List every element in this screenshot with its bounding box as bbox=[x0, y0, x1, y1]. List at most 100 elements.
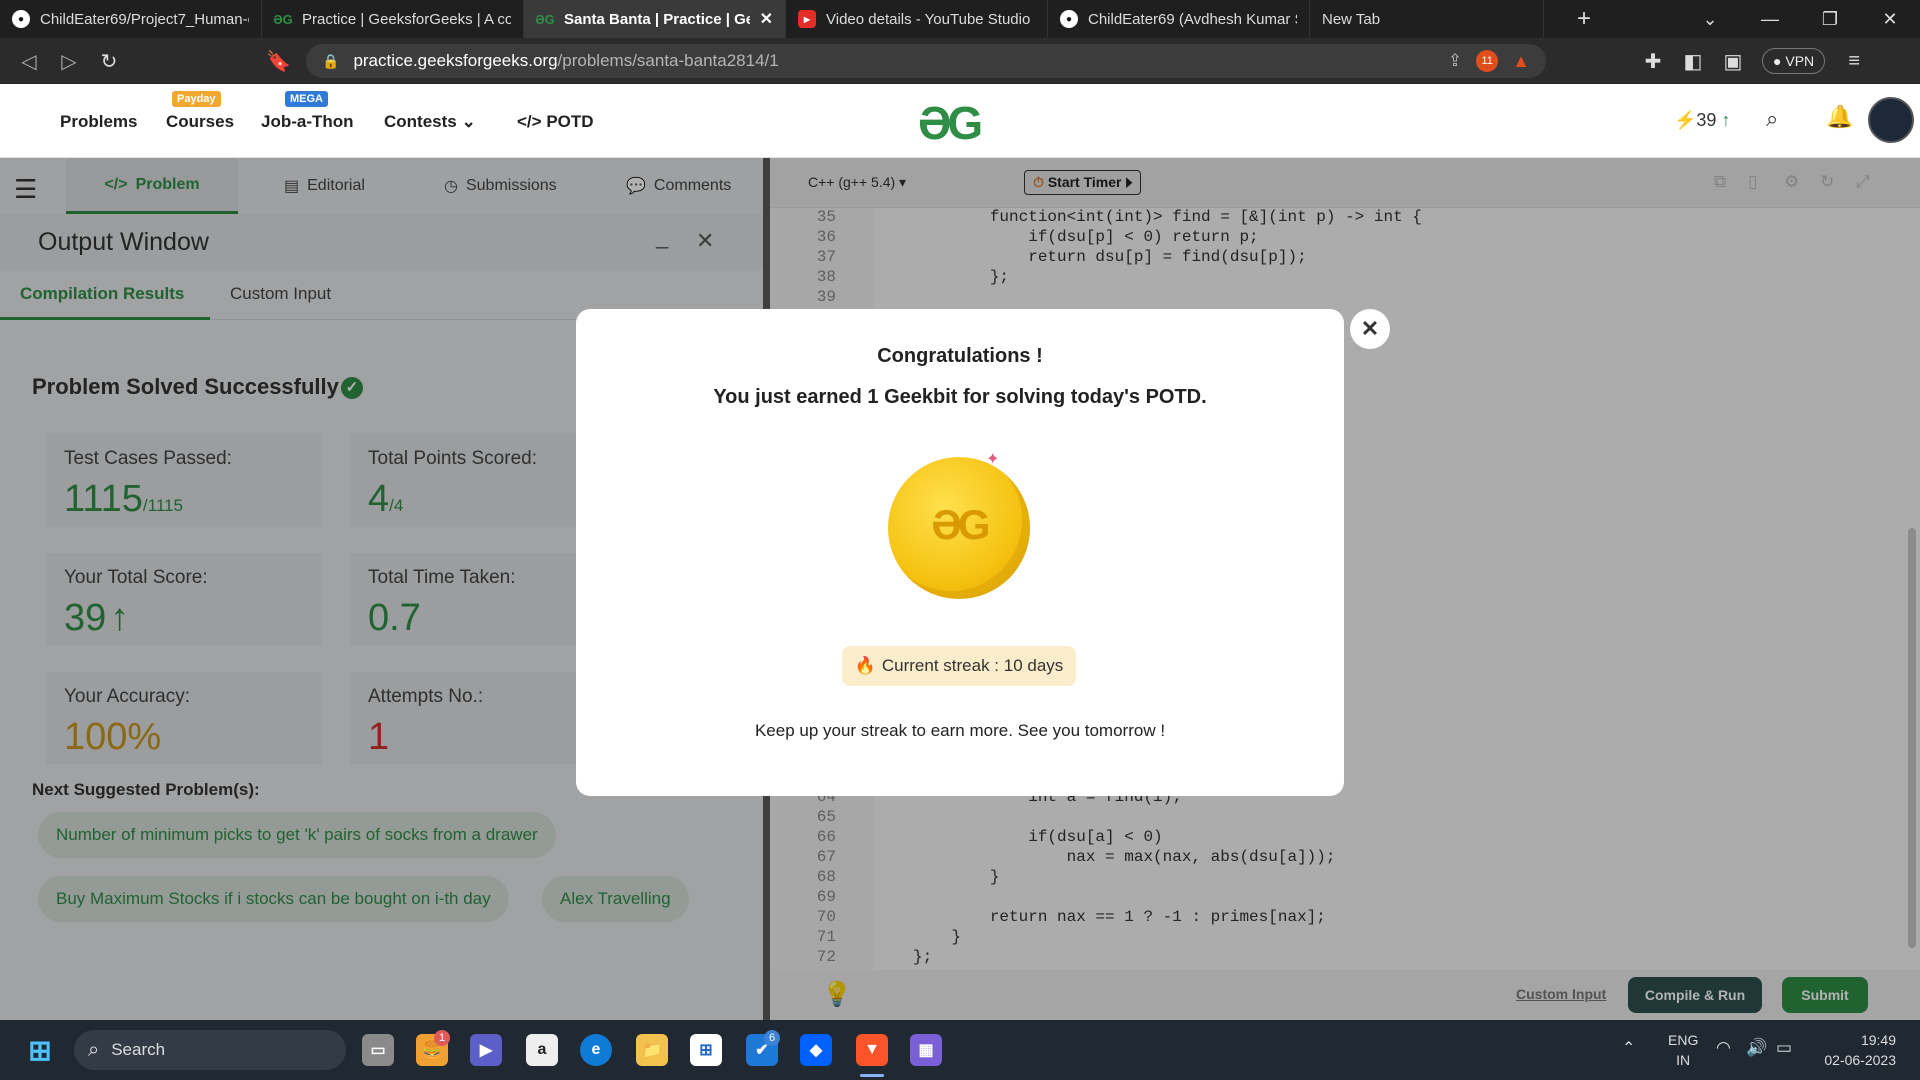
teams-icon[interactable]: ▶ bbox=[470, 1034, 502, 1066]
extensions-icon[interactable]: ✚ bbox=[1642, 49, 1664, 74]
browser-tab[interactable]: ● ChildEater69 (Avdhesh Kumar Sh bbox=[1048, 0, 1310, 38]
lang-primary: ENG bbox=[1668, 1032, 1699, 1048]
active-app-indicator bbox=[860, 1074, 884, 1077]
search-icon[interactable]: ⌕ bbox=[1766, 106, 1778, 132]
nav-potd-label: POTD bbox=[546, 112, 594, 131]
gfg-icon: ƏG bbox=[535, 11, 555, 27]
browser-tab[interactable]: ▶ Video details - YouTube Studio bbox=[786, 0, 1048, 38]
sidebar-icon[interactable]: ◧ bbox=[1682, 49, 1704, 74]
modal-title: Congratulations ! bbox=[877, 345, 1043, 367]
github-icon: ● bbox=[12, 10, 30, 28]
arrow-up-icon: ↑ bbox=[1721, 110, 1731, 130]
wallet-icon[interactable]: ▣ bbox=[1722, 49, 1744, 74]
browser-tab-active[interactable]: ƏG Santa Banta | Practice | Geek ✕ bbox=[524, 0, 786, 38]
payday-badge: Payday bbox=[172, 91, 221, 107]
clock-date: 02-06-2023 bbox=[1824, 1052, 1896, 1068]
vpn-button[interactable]: ● VPN bbox=[1762, 48, 1826, 74]
streak-text: Current streak : 10 days bbox=[881, 656, 1064, 675]
congratulations-modal: Congratulations ! You just earned 1 Geek… bbox=[576, 309, 1344, 796]
reload-icon[interactable]: ↻ bbox=[98, 49, 120, 74]
streak-badge: 🔥 Current streak : 10 days bbox=[842, 646, 1076, 686]
close-window-icon[interactable]: ✕ bbox=[1860, 9, 1920, 30]
windows-taskbar: ⊞ ⌕ Search ▭ 🍔 1 ▶ a e 📁 ⊞ ✔ 6 ◆ ▼ ▦ ⌃ EN… bbox=[0, 1020, 1920, 1080]
search-icon: ⌕ bbox=[88, 1038, 100, 1061]
brave-shield-icon[interactable]: 11 bbox=[1476, 50, 1499, 72]
forward-icon[interactable]: ▷ bbox=[58, 49, 80, 74]
microsoft-store-icon[interactable]: ⊞ bbox=[690, 1034, 722, 1066]
browser-tab[interactable]: New Tab bbox=[1310, 0, 1544, 38]
back-icon[interactable]: ◁ bbox=[18, 49, 40, 74]
bookmark-icon[interactable]: 🔖 bbox=[266, 49, 291, 74]
taskbar-search-label: Search bbox=[111, 1040, 166, 1059]
tab-label: Practice | GeeksforGeeks | A com bbox=[302, 10, 511, 28]
chevron-down-icon: ⌄ bbox=[461, 112, 476, 131]
windows-start-icon[interactable]: ⊞ bbox=[24, 1034, 56, 1066]
url-path: /problems/santa-banta2814/1 bbox=[557, 51, 779, 70]
tab-label: New Tab bbox=[1322, 10, 1381, 28]
clock-time: 19:49 bbox=[1860, 1032, 1896, 1048]
close-icon: ✕ bbox=[1360, 316, 1380, 341]
avatar[interactable] bbox=[1868, 97, 1914, 143]
new-tab-icon[interactable]: + bbox=[1544, 5, 1624, 33]
menu-icon[interactable]: ≡ bbox=[1843, 50, 1865, 73]
brave-rewards-icon[interactable]: ▲ bbox=[1512, 51, 1530, 72]
geekbits-value: 39 bbox=[1696, 110, 1717, 130]
clock[interactable]: 19:49 02-06-2023 bbox=[1810, 1030, 1896, 1070]
wifi-icon[interactable]: ◠ bbox=[1716, 1038, 1731, 1058]
site-header: Problems Payday Courses MEGA Job-a-Thon … bbox=[0, 84, 1920, 158]
lang-secondary: IN bbox=[1676, 1052, 1691, 1068]
nav-problems[interactable]: Problems bbox=[60, 112, 137, 132]
browser-tab[interactable]: ● ChildEater69/Project7_Human-en bbox=[0, 0, 262, 38]
browser-tab[interactable]: ƏG Practice | GeeksforGeeks | A com bbox=[262, 0, 524, 38]
bell-icon[interactable]: 🔔 bbox=[1826, 104, 1853, 130]
url-bar[interactable]: 🔒 practice.geeksforgeeks.org/problems/sa… bbox=[306, 44, 1546, 78]
task-view-icon[interactable]: ▭ bbox=[362, 1034, 394, 1066]
restore-icon[interactable]: ❐ bbox=[1800, 9, 1860, 30]
nav-potd[interactable]: </> POTD bbox=[517, 112, 594, 132]
tab-search-chevron-icon[interactable]: ⌄ bbox=[1680, 9, 1740, 30]
share-icon[interactable]: ⇪ bbox=[1448, 51, 1462, 71]
amazon-icon[interactable]: a bbox=[526, 1034, 558, 1066]
sparkle-icon: ✦ bbox=[986, 451, 1000, 468]
nav-courses[interactable]: Courses bbox=[166, 112, 234, 132]
nav-contests[interactable]: Contests ⌄ bbox=[384, 112, 476, 132]
address-toolbar: ◁ ▷ ↻ 🔖 🔒 practice.geeksforgeeks.org/pro… bbox=[0, 38, 1920, 84]
nav-contests-label: Contests bbox=[384, 112, 457, 131]
modal-subtitle: You just earned 1 Geekbit for solving to… bbox=[713, 386, 1207, 408]
language-indicator[interactable]: ENG IN bbox=[1668, 1030, 1698, 1070]
tab-label: ChildEater69 (Avdhesh Kumar Sh bbox=[1088, 10, 1297, 28]
tab-label: Video details - YouTube Studio bbox=[826, 10, 1031, 28]
github-icon: ● bbox=[1060, 10, 1078, 28]
clipchamp-icon[interactable]: ▦ bbox=[910, 1034, 942, 1066]
dropbox-icon[interactable]: ◆ bbox=[800, 1034, 832, 1066]
notification-badge: 6 bbox=[764, 1030, 780, 1046]
edge-icon[interactable]: e bbox=[580, 1034, 612, 1066]
close-tab-icon[interactable]: ✕ bbox=[760, 9, 773, 29]
taskbar-search[interactable]: ⌕ Search bbox=[74, 1030, 346, 1070]
lock-icon: 🔒 bbox=[322, 52, 340, 69]
mega-badge: MEGA bbox=[285, 91, 328, 107]
youtube-icon: ▶ bbox=[798, 10, 816, 28]
file-explorer-icon[interactable]: 📁 bbox=[636, 1034, 668, 1066]
close-modal-button[interactable]: ✕ bbox=[1350, 309, 1390, 349]
gfg-icon: ƏG bbox=[273, 11, 293, 27]
url-host: practice.geeksforgeeks.org bbox=[353, 51, 558, 70]
tab-label: Santa Banta | Practice | Geek bbox=[564, 10, 750, 28]
gfg-logo[interactable]: ƏG bbox=[918, 96, 983, 150]
modal-footer-text: Keep up your streak to earn more. See yo… bbox=[754, 721, 1166, 740]
lightning-icon: ⚡ bbox=[1674, 110, 1697, 130]
volume-icon[interactable]: 🔊 bbox=[1746, 1038, 1767, 1058]
tray-chevron-up-icon[interactable]: ⌃ bbox=[1622, 1038, 1635, 1058]
nav-job-a-thon[interactable]: Job-a-Thon bbox=[261, 112, 354, 132]
gfg-coin-logo-icon: ƏG bbox=[931, 501, 990, 548]
minimize-icon[interactable]: — bbox=[1740, 9, 1800, 30]
code-icon: </> bbox=[517, 112, 542, 131]
geekbit-coin-icon: ƏG ✦ bbox=[888, 451, 1030, 599]
vpn-label: VPN bbox=[1785, 53, 1815, 69]
fire-icon: 🔥 bbox=[854, 656, 876, 675]
browser-tab-bar: ● ChildEater69/Project7_Human-en ƏG Prac… bbox=[0, 0, 1920, 38]
brave-icon[interactable]: ▼ bbox=[856, 1034, 888, 1066]
notification-badge: 1 bbox=[434, 1030, 450, 1046]
geekbits-counter[interactable]: ⚡39 ↑ bbox=[1674, 110, 1730, 131]
battery-icon[interactable]: ▭ bbox=[1776, 1038, 1792, 1058]
